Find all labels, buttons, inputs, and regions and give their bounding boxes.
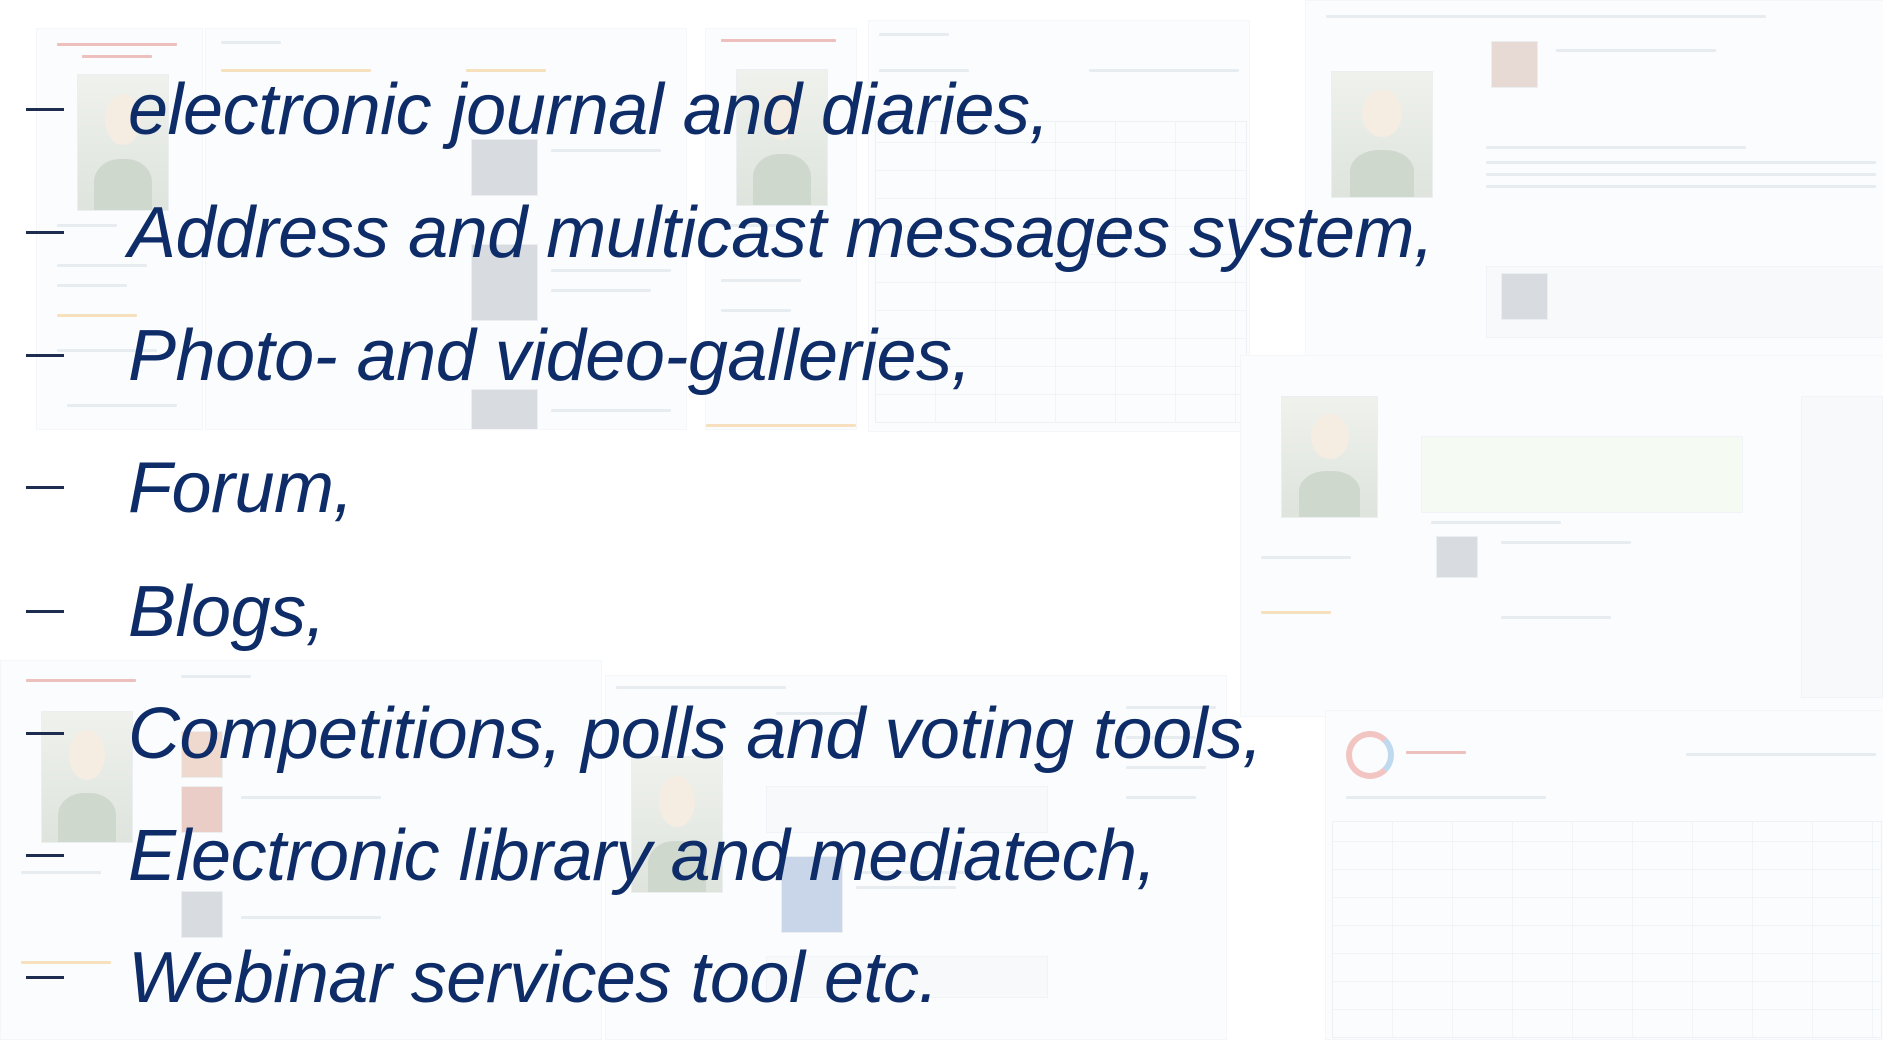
bullet-text: Address and multicast messages system,	[128, 193, 1434, 273]
dash-bullet-icon	[26, 354, 64, 357]
bullet-text: Blogs,	[128, 572, 326, 652]
list-item: Electronic library and mediatech,	[0, 806, 1600, 906]
dash-bullet-icon	[26, 231, 64, 234]
list-item: Address and multicast messages system,	[0, 183, 1600, 283]
dash-bullet-icon	[26, 108, 64, 111]
dash-bullet-icon	[26, 732, 64, 735]
bullet-text: electronic journal and diaries,	[128, 70, 1050, 150]
dash-bullet-icon	[26, 854, 64, 857]
bullet-text: Forum,	[128, 448, 354, 528]
feature-bullet-list: electronic journal and diaries, Address …	[0, 0, 1883, 1038]
bullet-text: Webinar services tool etc.	[128, 938, 939, 1018]
list-item: Competitions, polls and voting tools,	[0, 684, 1600, 784]
bullet-text: Photo- and video-galleries,	[128, 316, 972, 396]
dash-bullet-icon	[26, 486, 64, 489]
list-item: Blogs,	[0, 562, 1600, 662]
dash-bullet-icon	[26, 976, 64, 979]
list-item: electronic journal and diaries,	[0, 60, 1600, 160]
bullet-text: Electronic library and mediatech,	[128, 816, 1157, 896]
list-item: Webinar services tool etc.	[0, 928, 1600, 1028]
bullet-text: Competitions, polls and voting tools,	[128, 694, 1263, 774]
list-item: Photo- and video-galleries,	[0, 306, 1600, 406]
list-item: Forum,	[0, 438, 1600, 538]
dash-bullet-icon	[26, 610, 64, 613]
